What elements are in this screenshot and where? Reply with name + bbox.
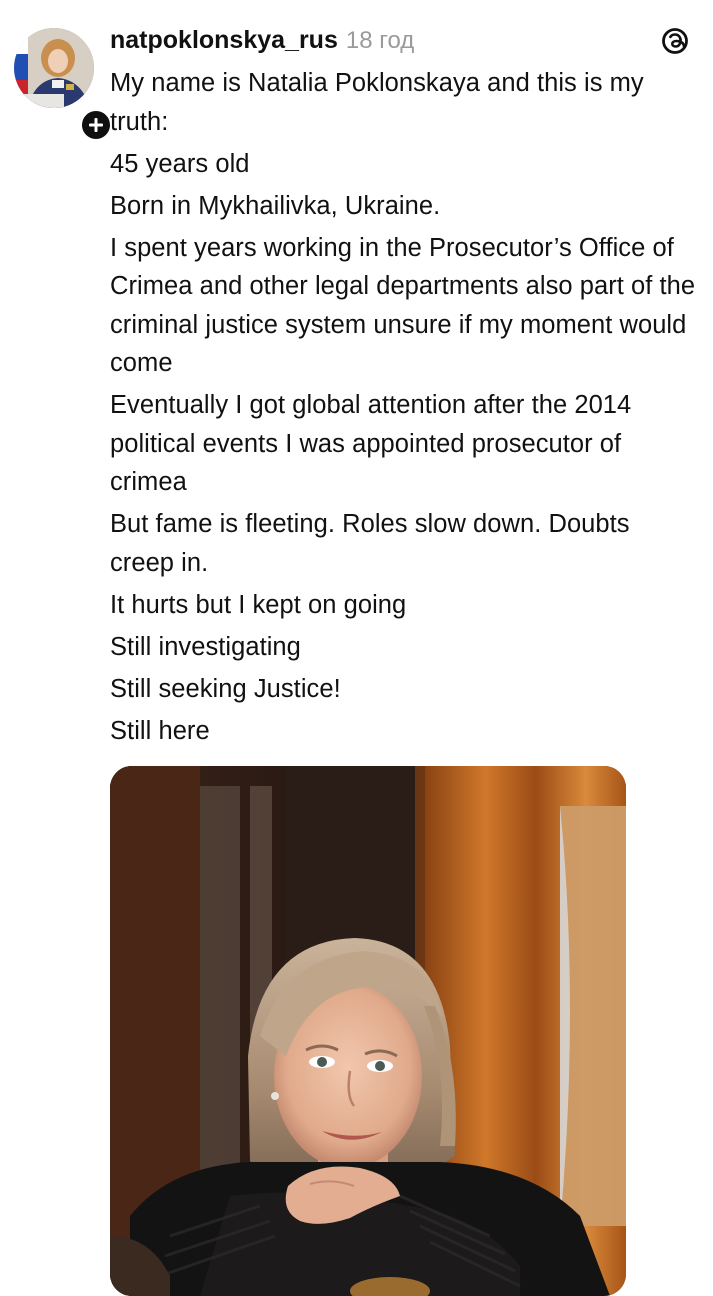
avatar-container[interactable] xyxy=(14,28,113,142)
timestamp: 18 год xyxy=(345,27,415,54)
plus-icon xyxy=(89,118,103,132)
threads-logo-icon[interactable] xyxy=(661,26,689,56)
post-header: natpoklonskya_rus 18 год xyxy=(110,26,414,60)
follow-button[interactable] xyxy=(79,108,113,142)
threads-post: natpoklonskya_rus 18 год My name is Nata… xyxy=(0,0,713,1296)
post-paragraph: Still here xyxy=(110,716,210,745)
post-paragraph: But fame is fleeting. Roles slow down. D… xyxy=(110,510,630,577)
post-paragraph: Still investigating xyxy=(110,632,301,661)
post-paragraph: I spent years working in the Prosecutor’… xyxy=(110,233,696,378)
post-paragraph: My name is Natalia Poklonskaya and this … xyxy=(110,69,644,136)
post-paragraph: Eventually I got global attention after … xyxy=(110,391,632,496)
avatar-image xyxy=(14,28,94,108)
post-paragraph: Born in Mykhailivka, Ukraine. xyxy=(110,191,441,220)
post-paragraph: 45 years old xyxy=(110,149,250,178)
post-photo[interactable] xyxy=(110,766,626,1296)
post-body: My name is Natalia Poklonskaya and this … xyxy=(110,64,700,754)
post-paragraph: It hurts but I kept on going xyxy=(110,590,407,619)
post-photo-image xyxy=(110,766,626,1296)
post-paragraph: Still seeking Justice! xyxy=(110,674,341,703)
username[interactable]: natpoklonskya_rus xyxy=(110,26,338,55)
avatar[interactable] xyxy=(14,28,94,108)
